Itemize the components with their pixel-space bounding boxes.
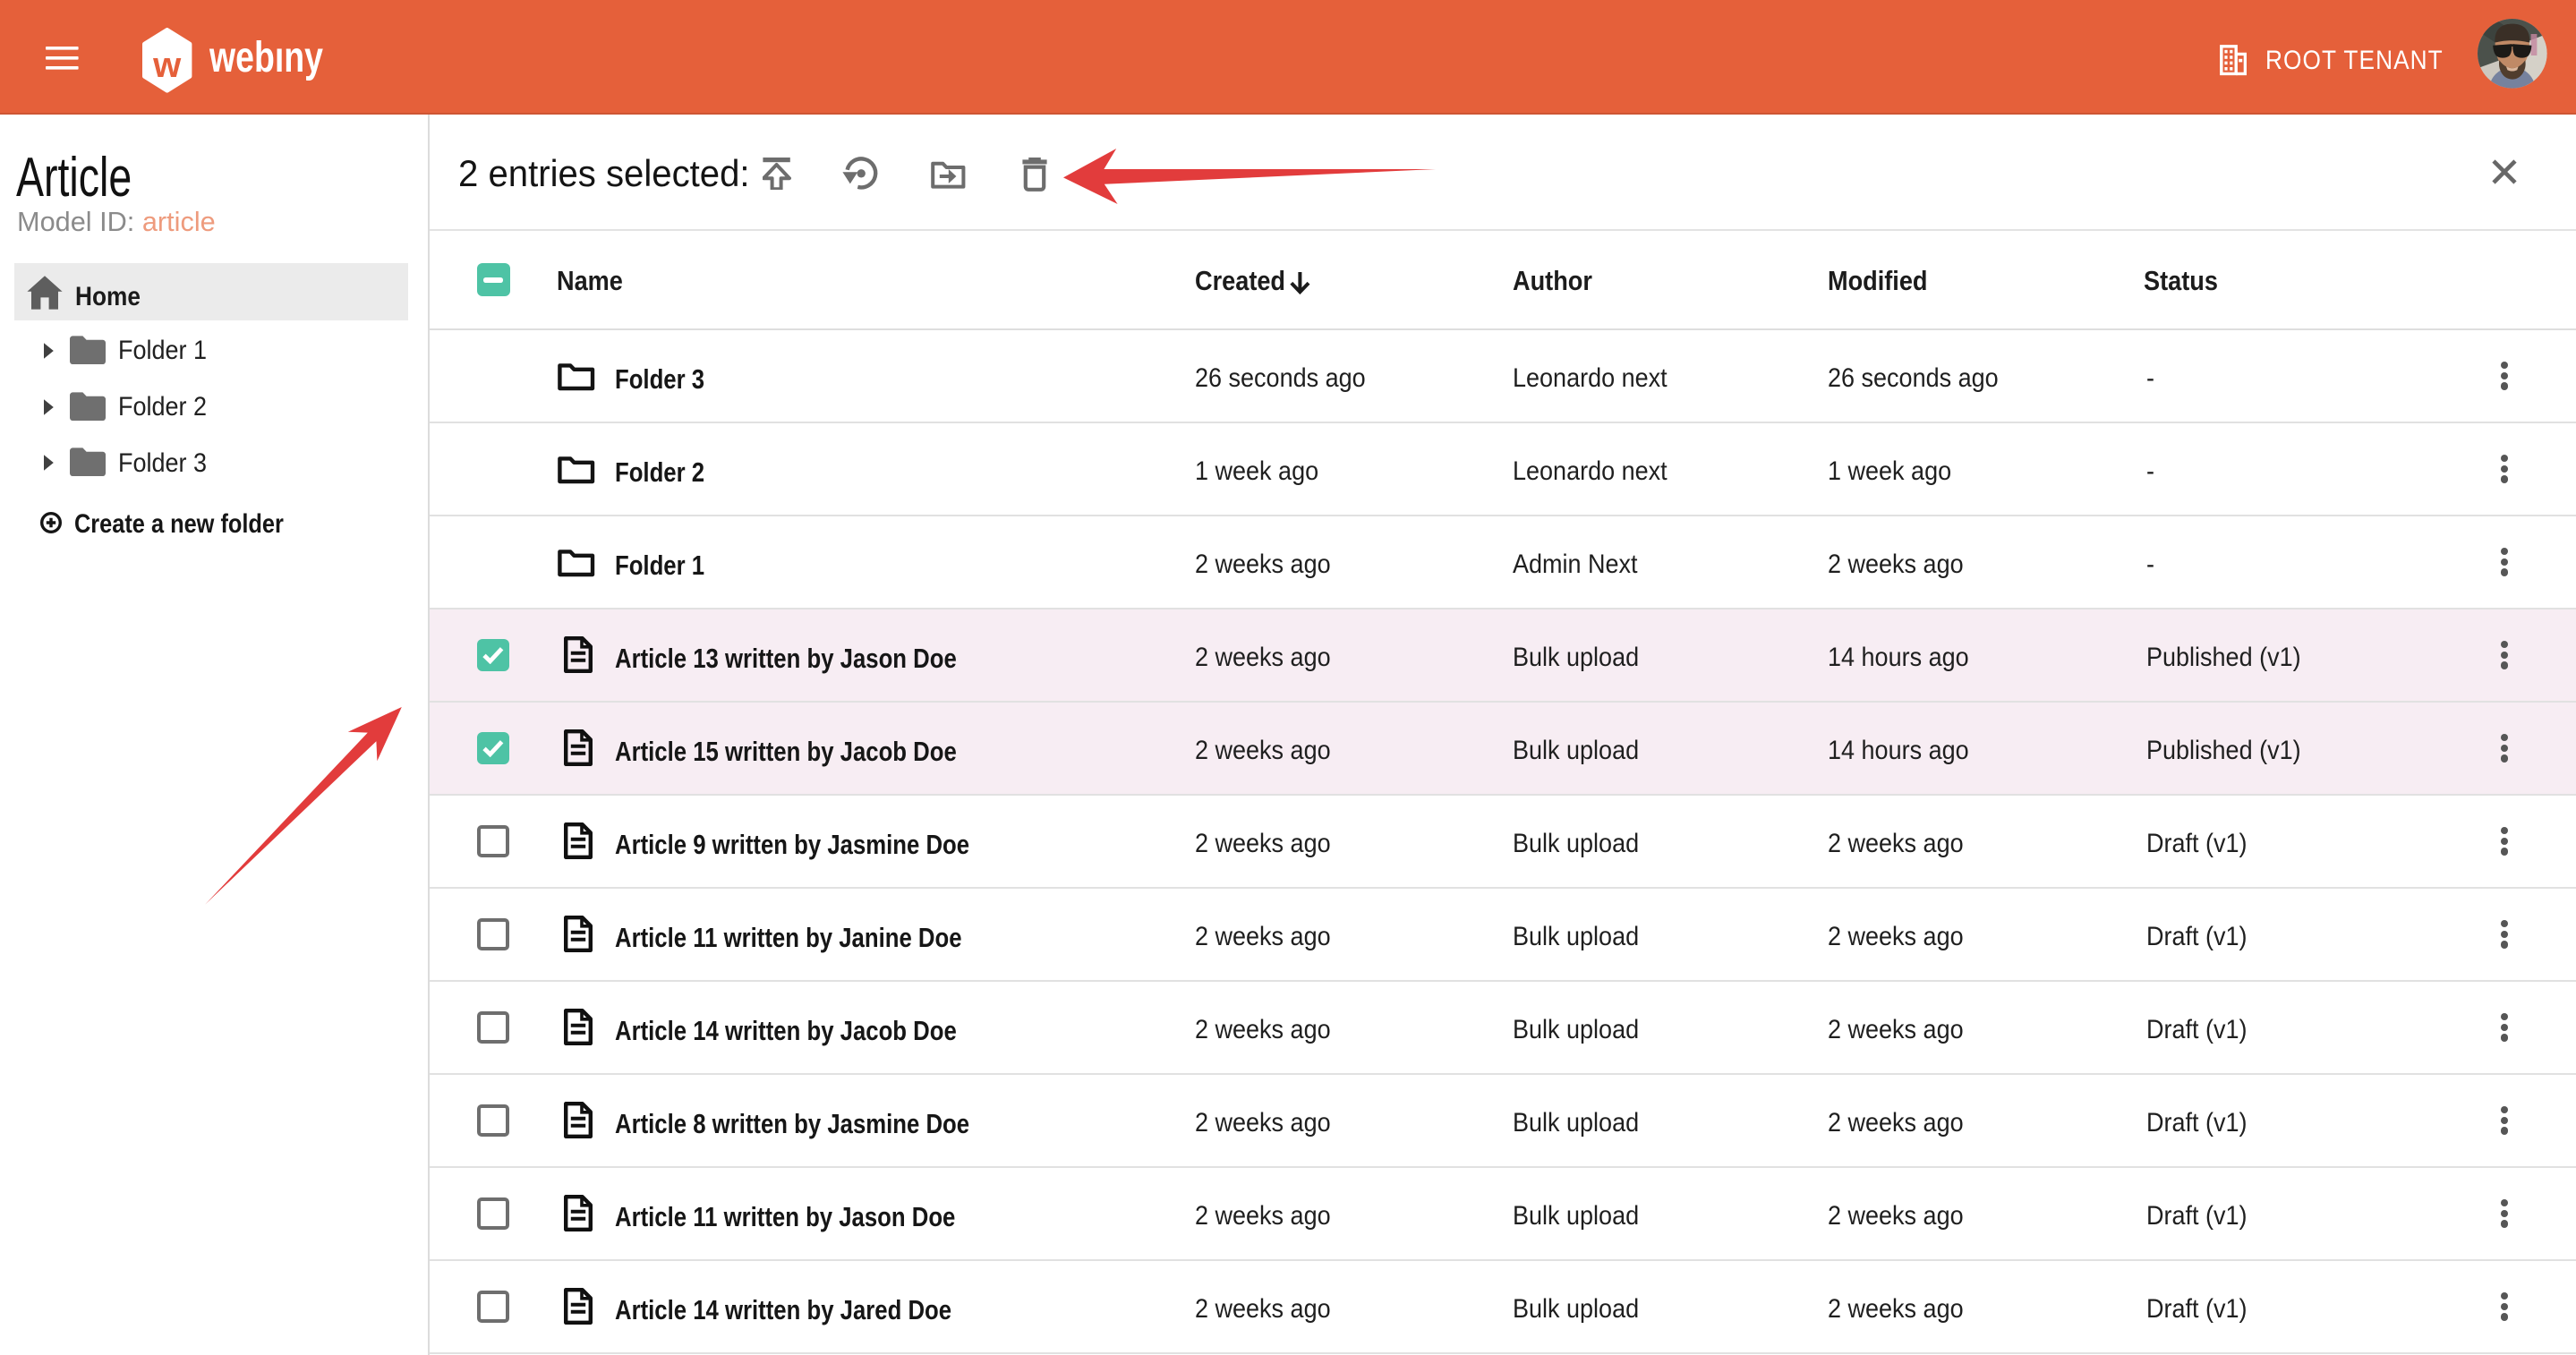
svg-text:w: w bbox=[153, 46, 183, 85]
